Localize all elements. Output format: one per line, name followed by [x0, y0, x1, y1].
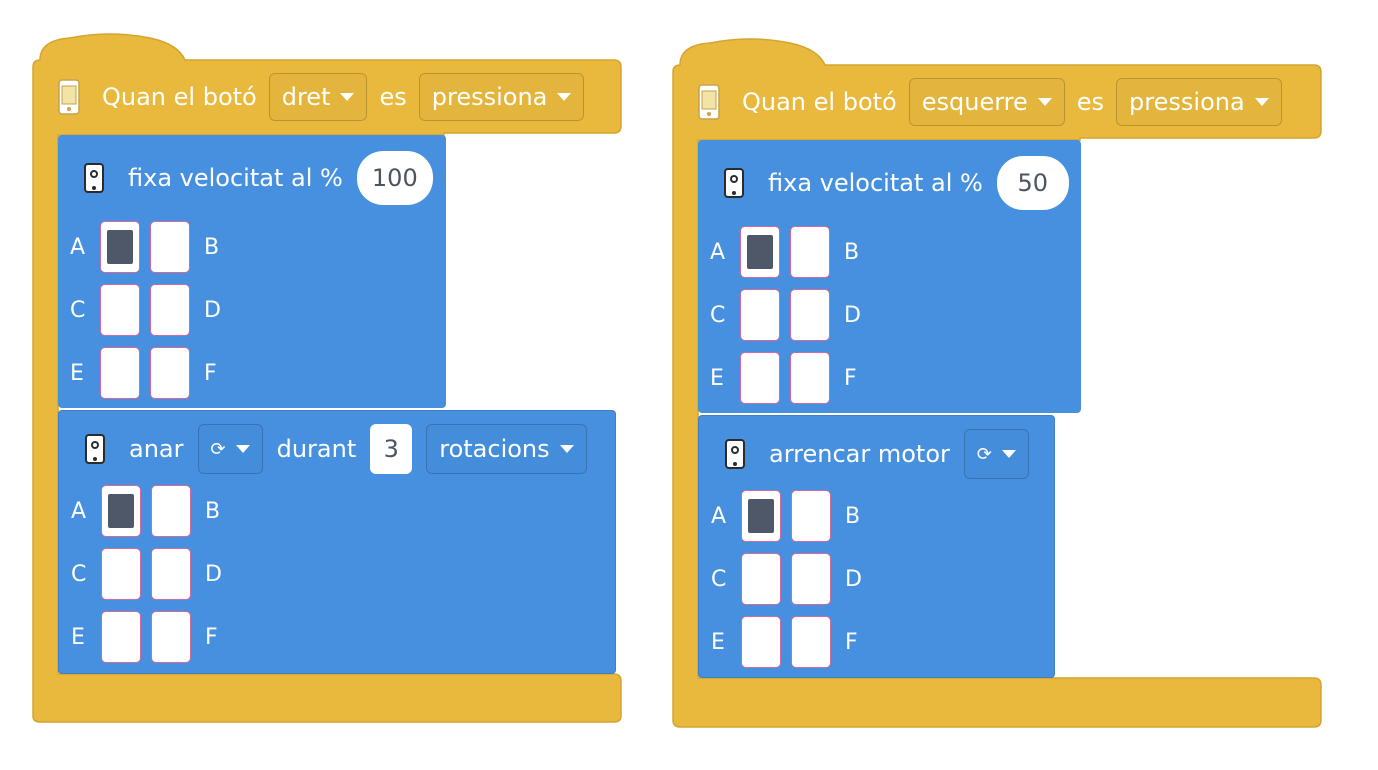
chevron-down-icon — [340, 93, 355, 101]
hat-middle: es — [1076, 88, 1105, 116]
speed-input[interactable]: 50 — [996, 156, 1069, 210]
hat-prefix: Quan el botó — [742, 88, 897, 116]
port-f-toggle[interactable] — [151, 611, 191, 663]
rotate-clockwise-icon: ⟳ — [210, 438, 226, 460]
port-label-d: D — [844, 302, 861, 328]
port-a-toggle[interactable] — [741, 490, 781, 542]
port-label-b: B — [845, 503, 861, 529]
port-label-e: E — [70, 360, 84, 386]
port-b-toggle[interactable] — [150, 221, 190, 273]
run-motor-for-block[interactable]: anar ⟳ durant 3 rotacions A B C D E F — [58, 410, 616, 674]
start-motor-label: arrencar motor — [769, 440, 950, 468]
motor-hub-icon — [85, 434, 105, 464]
port-label-b: B — [204, 234, 220, 260]
hub-icon — [698, 84, 720, 120]
port-label-b: B — [844, 239, 860, 265]
hat-middle: es — [379, 83, 407, 111]
set-speed-label: fixa velocitat al % — [768, 169, 983, 197]
port-a-toggle[interactable] — [740, 226, 780, 278]
port-label-a: A — [710, 239, 726, 265]
button-dropdown-value: dret — [281, 83, 331, 111]
amount-input[interactable]: 3 — [370, 424, 413, 474]
port-f-toggle[interactable] — [790, 352, 830, 404]
port-label-d: D — [204, 297, 221, 323]
port-f-toggle[interactable] — [791, 616, 831, 668]
port-label-d: D — [845, 566, 862, 592]
port-label-b: B — [205, 498, 221, 524]
button-dropdown[interactable]: esquerre — [908, 78, 1065, 126]
set-speed-label: fixa velocitat al % — [128, 164, 343, 192]
port-label-a: A — [70, 234, 86, 260]
port-label-a: A — [711, 503, 727, 529]
state-dropdown[interactable]: pressiona — [418, 73, 585, 121]
port-d-toggle[interactable] — [791, 553, 831, 605]
rotate-clockwise-icon: ⟳ — [976, 443, 992, 465]
direction-dropdown[interactable]: ⟳ — [963, 429, 1029, 479]
motor-hub-icon — [84, 163, 104, 193]
port-label-e: E — [71, 624, 85, 650]
chevron-down-icon — [559, 445, 574, 453]
state-dropdown-value: pressiona — [431, 83, 548, 111]
port-label-c: C — [711, 566, 727, 592]
port-label-c: C — [710, 302, 726, 328]
chevron-down-icon — [1037, 98, 1052, 106]
port-b-toggle[interactable] — [791, 490, 831, 542]
port-c-toggle[interactable] — [100, 284, 140, 336]
port-label-f: F — [845, 629, 858, 655]
state-dropdown-value: pressiona — [1129, 88, 1245, 116]
port-c-toggle[interactable] — [741, 553, 781, 605]
unit-dropdown[interactable]: rotacions — [426, 424, 587, 474]
port-a-toggle[interactable] — [100, 221, 140, 273]
start-motor-block[interactable]: arrencar motor ⟳ A B C D E F — [698, 415, 1055, 678]
port-label-e: E — [711, 629, 725, 655]
port-d-toggle[interactable] — [790, 289, 830, 341]
chevron-down-icon — [1254, 98, 1269, 106]
port-c-toggle[interactable] — [101, 548, 141, 600]
port-label-f: F — [204, 360, 217, 386]
port-e-toggle[interactable] — [740, 352, 780, 404]
port-label-c: C — [70, 297, 86, 323]
port-a-toggle[interactable] — [101, 485, 141, 537]
direction-dropdown[interactable]: ⟳ — [197, 424, 263, 474]
port-label-c: C — [71, 561, 87, 587]
port-label-d: D — [205, 561, 222, 587]
port-b-toggle[interactable] — [790, 226, 830, 278]
port-f-toggle[interactable] — [150, 347, 190, 399]
set-speed-block[interactable]: fixa velocitat al % 50 A B C D E F — [698, 140, 1081, 413]
chevron-down-icon — [1001, 450, 1016, 458]
port-d-toggle[interactable] — [150, 284, 190, 336]
port-d-toggle[interactable] — [151, 548, 191, 600]
motor-hub-icon — [724, 168, 744, 198]
set-speed-block[interactable]: fixa velocitat al % 100 A B C D E F — [58, 135, 446, 408]
port-e-toggle[interactable] — [741, 616, 781, 668]
go-label: anar — [129, 435, 184, 463]
port-label-f: F — [205, 624, 218, 650]
chevron-down-icon — [235, 445, 250, 453]
port-label-e: E — [710, 365, 724, 391]
hat-prefix: Quan el botó — [102, 83, 257, 111]
unit-dropdown-value: rotacions — [439, 435, 550, 463]
speed-input[interactable]: 100 — [356, 151, 433, 205]
port-e-toggle[interactable] — [101, 611, 141, 663]
port-e-toggle[interactable] — [100, 347, 140, 399]
port-label-a: A — [71, 498, 87, 524]
port-b-toggle[interactable] — [151, 485, 191, 537]
port-c-toggle[interactable] — [740, 289, 780, 341]
script-stack-2[interactable]: Quan el botó esquerre es pressiona fixa … — [640, 0, 1340, 740]
state-dropdown[interactable]: pressiona — [1116, 78, 1282, 126]
during-label: durant — [276, 435, 357, 463]
button-dropdown-value: esquerre — [921, 88, 1028, 116]
hub-icon — [58, 79, 80, 115]
motor-hub-icon — [725, 439, 745, 469]
button-dropdown[interactable]: dret — [268, 73, 368, 121]
port-label-f: F — [844, 365, 857, 391]
chevron-down-icon — [557, 93, 572, 101]
script-stack-1[interactable]: Quan el botó dret es pressiona fixa velo… — [0, 0, 640, 740]
